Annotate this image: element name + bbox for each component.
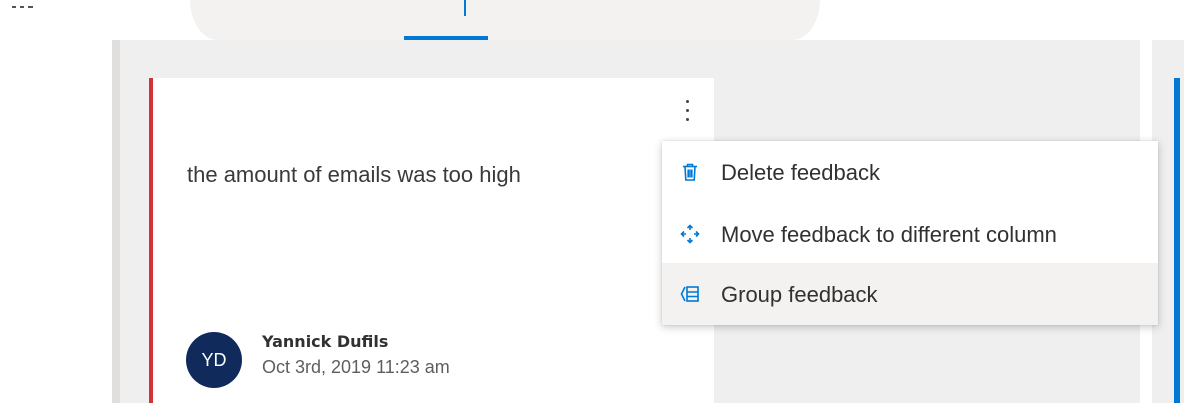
group-feedback-item[interactable]: Group feedback bbox=[662, 263, 1158, 325]
more-vertical-icon bbox=[686, 100, 689, 103]
feedback-text: the amount of emails was too high bbox=[187, 162, 521, 187]
avatar: YD bbox=[186, 332, 242, 388]
left-gutter bbox=[0, 0, 112, 403]
tab-strip bbox=[190, 0, 820, 40]
group-icon bbox=[680, 284, 700, 304]
move-feedback-label: Move feedback to different column bbox=[721, 222, 1057, 247]
next-card-accent bbox=[1174, 78, 1180, 403]
feedback-timestamp: Oct 3rd, 2019 11:23 am bbox=[262, 357, 450, 377]
cut-off-label bbox=[12, 6, 34, 9]
trash-icon bbox=[680, 162, 700, 182]
group-feedback-label: Group feedback bbox=[721, 282, 878, 307]
more-options-button[interactable] bbox=[673, 94, 703, 128]
delete-feedback-label: Delete feedback bbox=[721, 160, 880, 185]
active-tab-marker bbox=[464, 0, 466, 16]
column-border bbox=[112, 40, 120, 403]
author-name: Yannick Dufils bbox=[262, 332, 389, 351]
delete-feedback-item[interactable]: Delete feedback bbox=[662, 141, 1158, 203]
feedback-card[interactable]: the amount of emails was too high YD Yan… bbox=[149, 78, 714, 403]
context-menu: Delete feedback Move feedback to differe… bbox=[662, 141, 1158, 325]
move-icon bbox=[680, 224, 700, 244]
move-feedback-item[interactable]: Move feedback to different column bbox=[662, 203, 1158, 265]
